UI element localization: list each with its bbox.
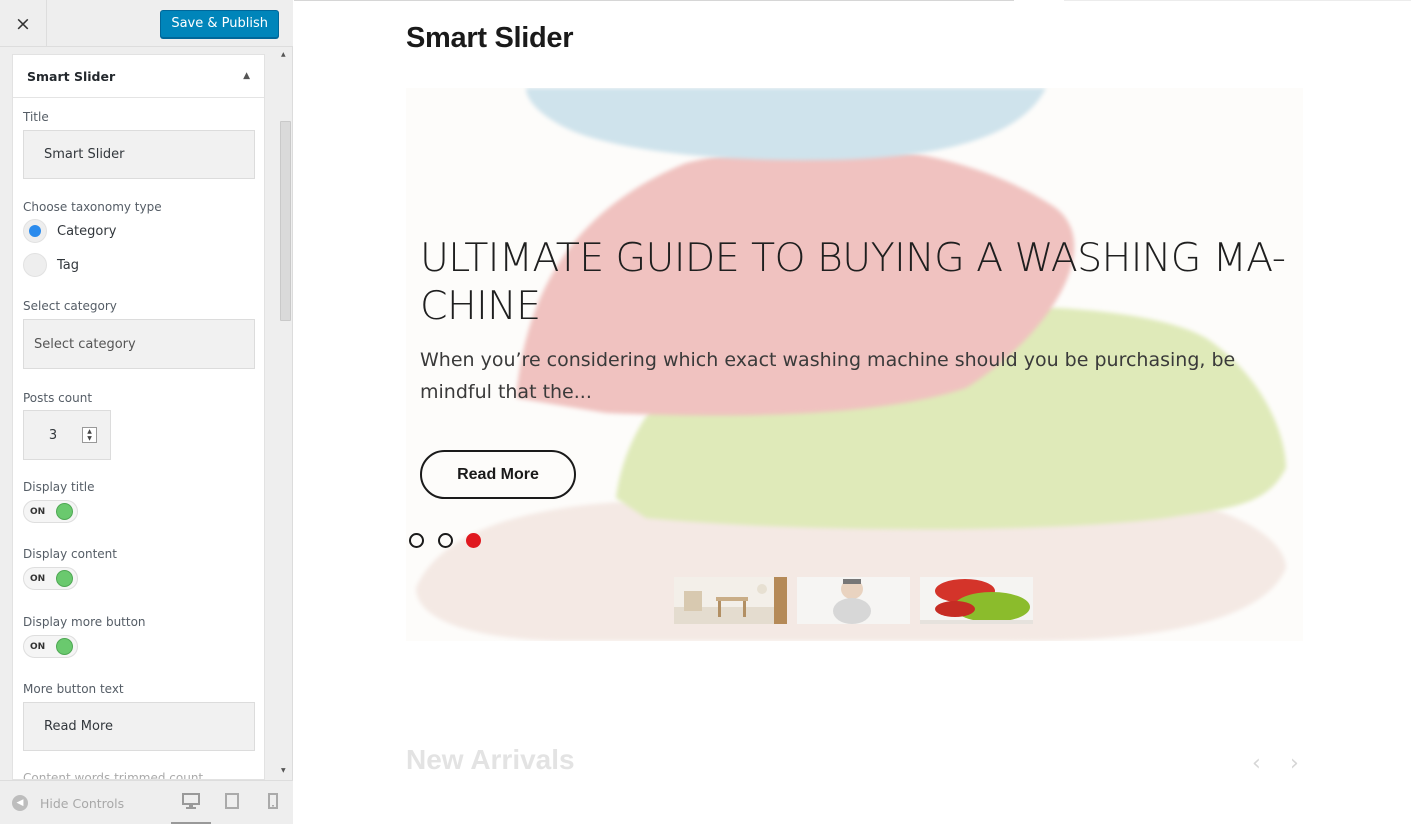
thumbnail-room[interactable]: [674, 577, 787, 624]
save-publish-button[interactable]: Save & Publish: [160, 10, 279, 38]
slide-excerpt: When you’re considering which exact wash…: [420, 349, 1236, 403]
customizer-sidebar: × Save & Publish Smart Slider ▲ Title Sm…: [0, 0, 293, 824]
desktop-icon: [182, 793, 200, 822]
display-more-label: Display more button: [23, 615, 146, 629]
mobile-icon: [268, 793, 278, 824]
read-more-button[interactable]: Read More: [420, 450, 576, 499]
spinner-arrows-icon[interactable]: ▲ ▼: [82, 427, 97, 443]
thumbnail-pillows[interactable]: [920, 577, 1033, 624]
toggle-knob: [56, 570, 73, 587]
sidebar-scrollbar[interactable]: ▲ ▼: [278, 47, 292, 780]
close-icon[interactable]: ×: [0, 0, 47, 47]
posts-count-label: Posts count: [23, 391, 93, 405]
display-more-toggle[interactable]: ON: [23, 635, 78, 658]
smart-slider[interactable]: ULTIMATE GUIDE TO BUYING A WASHING MA-CH…: [406, 88, 1303, 641]
customizer-footer: ◀ Hide Controls: [0, 780, 293, 824]
hide-controls-label: Hide Controls: [40, 795, 125, 811]
preview-top-border: [294, 0, 1014, 1]
radio-unselected-icon: [23, 253, 47, 277]
posts-count-stepper[interactable]: 3 ▲ ▼: [23, 410, 111, 460]
next-arrow-icon[interactable]: ›: [1290, 751, 1299, 776]
display-content-label: Display content: [23, 547, 117, 561]
panel-header[interactable]: Smart Slider ▲: [13, 55, 264, 98]
tablet-icon: [225, 793, 239, 824]
customizer-header: × Save & Publish: [0, 0, 293, 47]
slider-dot-1[interactable]: [409, 533, 424, 548]
panel-title: Smart Slider: [27, 68, 116, 84]
scroll-down-icon[interactable]: ▼: [281, 767, 286, 774]
toggle-knob: [56, 638, 73, 655]
site-preview: Smart Slider ULTIMATE GUIDE TO BUYING A …: [294, 0, 1411, 824]
site-title: Smart Slider: [406, 22, 574, 54]
radio-category-label: Category: [57, 223, 117, 239]
more-text-input[interactable]: Read More: [23, 702, 255, 751]
preview-top-border: [1064, 0, 1411, 1]
display-title-toggle[interactable]: ON: [23, 500, 78, 523]
taxonomy-label: Choose taxonomy type: [23, 200, 162, 214]
radio-tag-label: Tag: [57, 257, 80, 273]
radio-tag[interactable]: Tag: [23, 253, 79, 277]
posts-count-value: 3: [48, 427, 58, 443]
category-label: Select category: [23, 299, 117, 313]
slider-dot-2[interactable]: [438, 533, 453, 548]
scrollbar-thumb[interactable]: [280, 121, 291, 321]
radio-category[interactable]: Category: [23, 219, 116, 243]
tablet-preview-button[interactable]: [212, 793, 252, 824]
toggle-state: ON: [30, 506, 46, 517]
display-title-label: Display title: [23, 480, 95, 494]
title-input[interactable]: Smart Slider: [23, 130, 255, 179]
hide-controls-button[interactable]: ◀ Hide Controls: [12, 795, 124, 811]
category-select[interactable]: Select category: [23, 319, 255, 369]
scroll-up-icon[interactable]: ▲: [281, 51, 286, 58]
prev-arrow-icon[interactable]: ‹: [1252, 751, 1261, 776]
slide-heading: ULTIMATE GUIDE TO BUYING A WASHING MA-CH…: [420, 235, 1286, 329]
display-content-toggle[interactable]: ON: [23, 567, 78, 590]
title-label: Title: [23, 110, 49, 124]
collapse-left-icon: ◀: [12, 795, 28, 811]
radio-selected-icon: [23, 219, 47, 243]
slider-dot-3[interactable]: [466, 533, 481, 548]
toggle-knob: [56, 503, 73, 520]
smart-slider-panel: Smart Slider ▲ Title Smart Slider Choose…: [12, 54, 265, 780]
mobile-preview-button[interactable]: [253, 793, 293, 824]
thumbnail-baby[interactable]: [797, 577, 910, 624]
new-arrivals-heading: New Arrivals: [406, 744, 575, 775]
desktop-preview-button[interactable]: [171, 793, 211, 824]
more-text-label: More button text: [23, 682, 124, 696]
toggle-state: ON: [30, 641, 46, 652]
trimmed-count-label: Content words trimmed count: [23, 771, 204, 780]
toggle-state: ON: [30, 573, 46, 584]
collapse-up-icon[interactable]: ▲: [243, 71, 250, 81]
